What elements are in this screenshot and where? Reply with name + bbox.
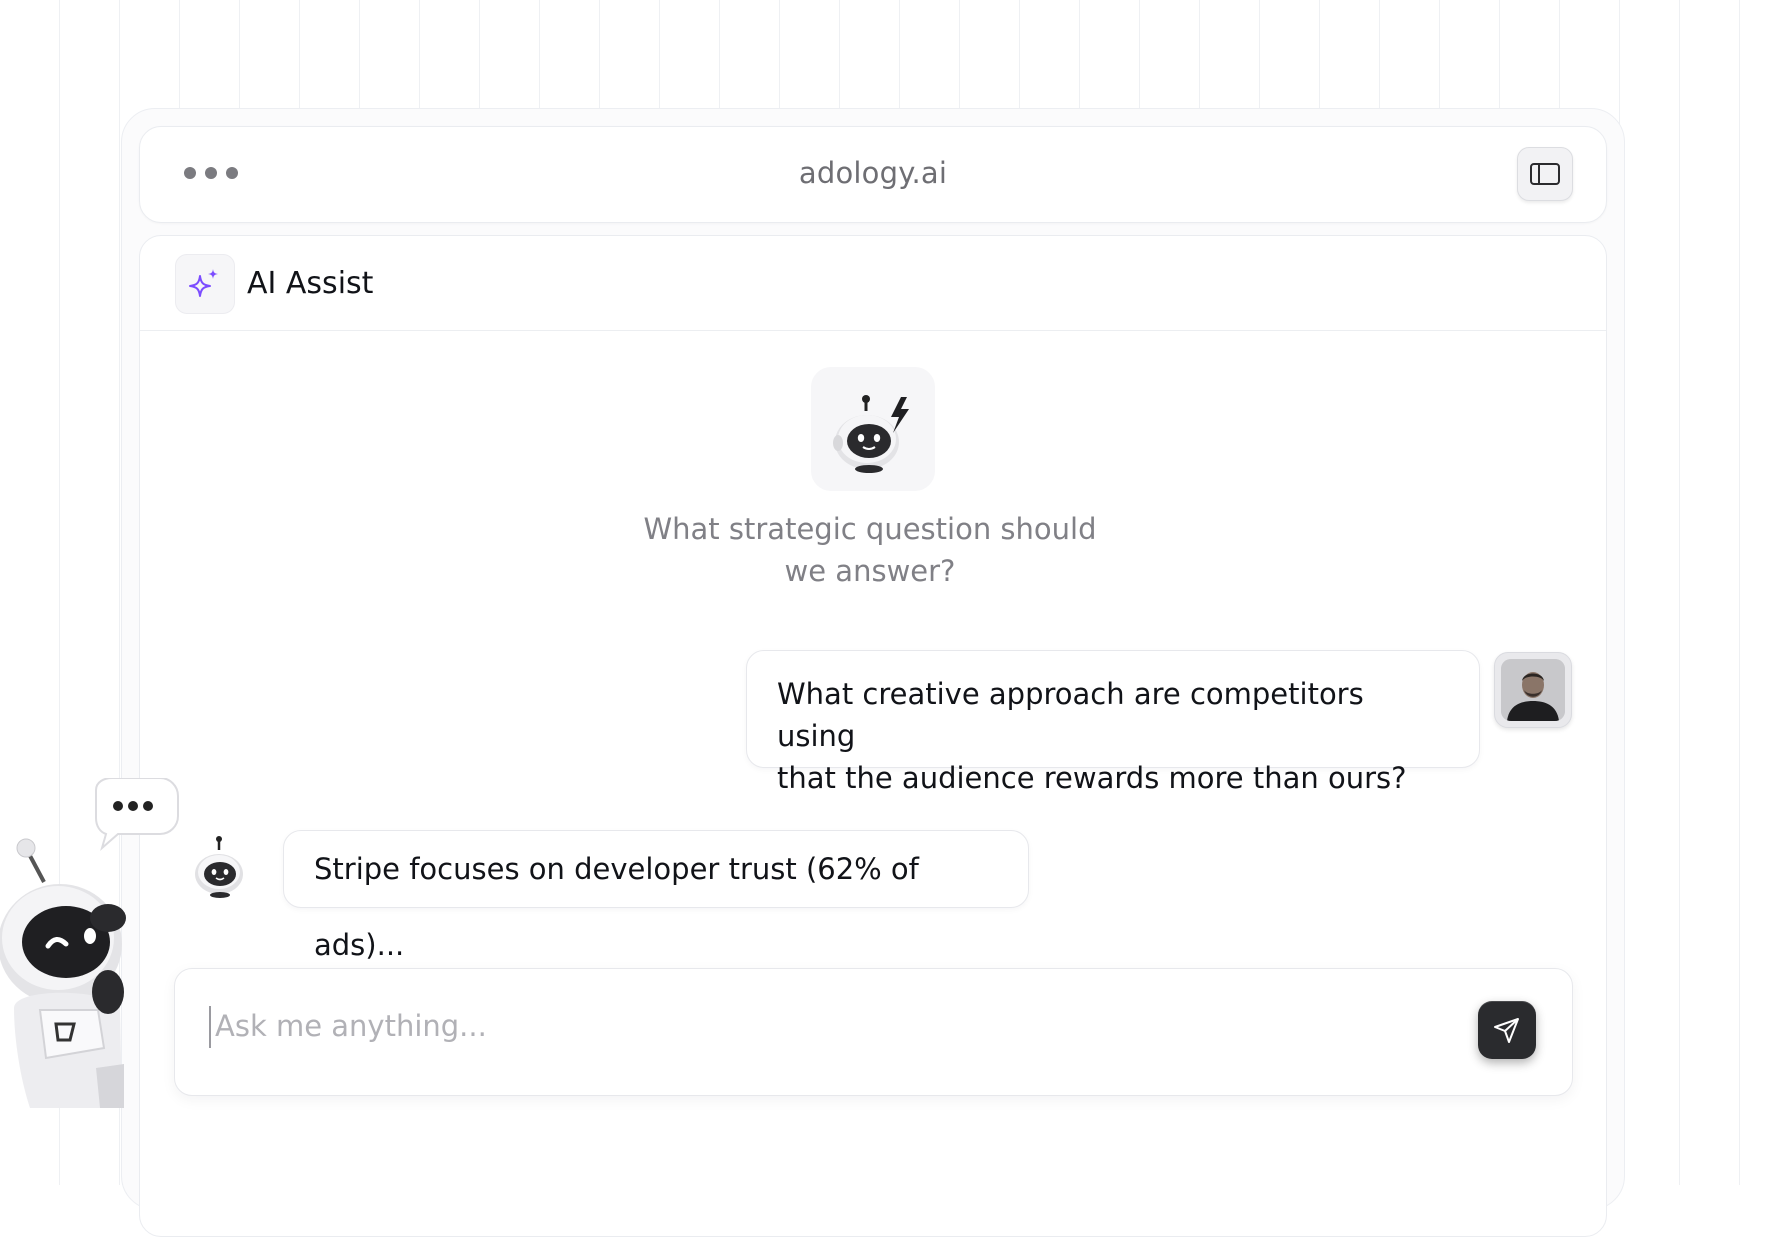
robot-tile [811, 367, 935, 491]
send-icon [1494, 1018, 1519, 1043]
text-caret [209, 1006, 211, 1048]
typing-dots-icon [113, 801, 153, 811]
robot-lightning-icon [833, 395, 909, 473]
assistant-message-bubble: Stripe focuses on developer trust (62% o… [283, 830, 1029, 962]
robot-mascot [0, 778, 179, 1108]
empty-state-prompt: What strategic question should we answer… [620, 508, 1120, 592]
url-text: adology.ai [798, 156, 948, 190]
sidebar-toggle-icon [1530, 163, 1560, 185]
user-avatar[interactable] [1494, 652, 1572, 728]
user-message-line-2: that the audience rewards more than ours… [777, 761, 1407, 795]
browser-bar: adology.ai [139, 126, 1607, 223]
user-avatar-image [1501, 659, 1565, 721]
prompt-line-2: we answer? [784, 554, 956, 588]
send-button[interactable] [1478, 1001, 1536, 1059]
user-message-bubble: What creative approach are competitors u… [746, 650, 1480, 795]
prompt-line-1: What strategic question should [643, 512, 1097, 546]
panel-header: AI Assist [140, 236, 1606, 331]
panel-title: AI Assist [247, 266, 374, 301]
composer [174, 968, 1573, 1096]
assist-icon-tile [175, 254, 235, 314]
chat-input[interactable] [215, 1003, 1415, 1049]
sidebar-toggle-button[interactable] [1517, 147, 1573, 201]
robot-icon [195, 836, 243, 898]
user-message-line-1: What creative approach are competitors u… [777, 677, 1364, 753]
speech-bubble [95, 778, 179, 851]
sparkles-icon [189, 269, 218, 297]
